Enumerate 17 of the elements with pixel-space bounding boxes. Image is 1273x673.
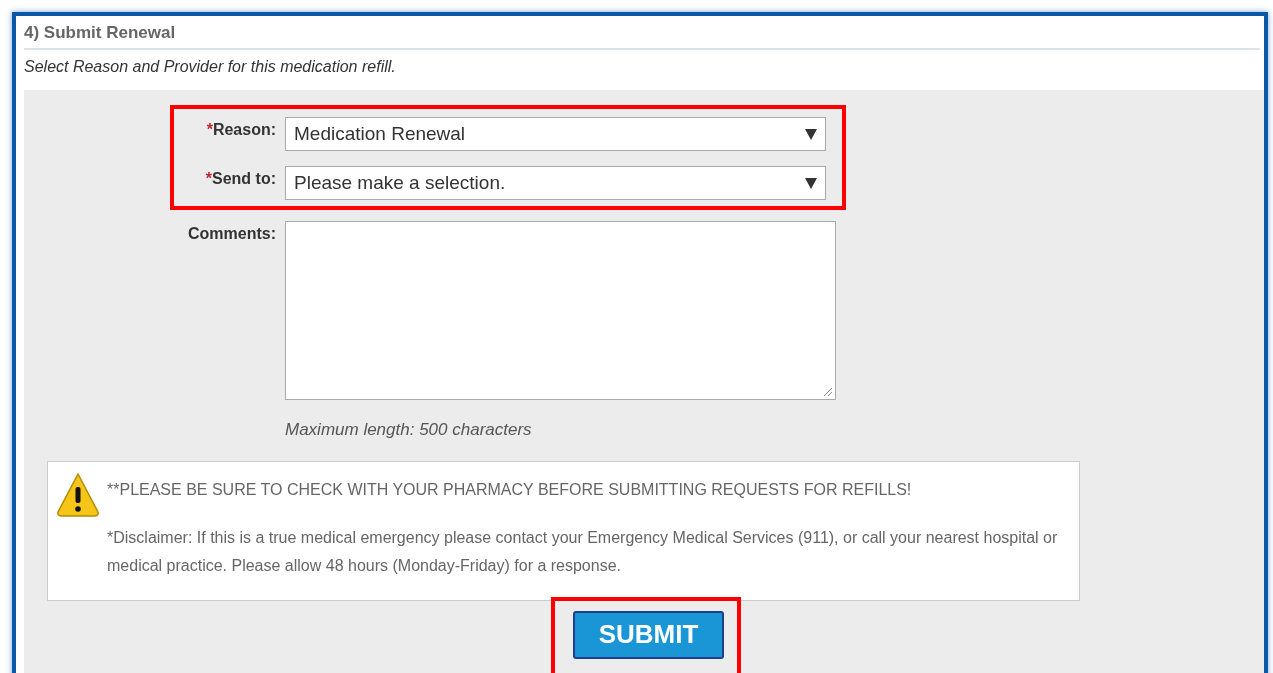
warning-icon	[56, 471, 100, 518]
caret-icon	[805, 177, 817, 189]
field-label: Comments:	[188, 224, 276, 244]
dropdown[interactable]: Medication Renewal	[285, 117, 826, 151]
resize-handle-icon[interactable]	[823, 387, 833, 397]
field-label: Reason:	[212, 120, 276, 140]
field-label: Send to:	[212, 169, 276, 189]
instruction-text: Select Reason and Provider for this medication refill.	[24, 57, 397, 77]
dropdown[interactable]: Please make a selection.	[285, 166, 826, 200]
disclaimer-text: *Disclaimer: If this is a true medical emergency please contact your Emergency Medical Services (911), or call your nearest hospital or medical practice. Please allow 48 hours (Monday-Friday) for a response.	[107, 527, 1059, 576]
required-asterisk: *	[205, 169, 212, 189]
caret-icon	[805, 128, 817, 140]
required-asterisk: *	[206, 120, 213, 140]
section-title: 4) Submit Renewal	[24, 21, 176, 44]
hint-text: Maximum length: 500 characters	[285, 419, 533, 441]
comments-field[interactable]	[285, 221, 836, 400]
notice-heading: **PLEASE BE SURE TO CHECK WITH YOUR PHARMACY BEFORE SUBMITTING REQUESTS FOR REFILLS!	[107, 479, 913, 500]
